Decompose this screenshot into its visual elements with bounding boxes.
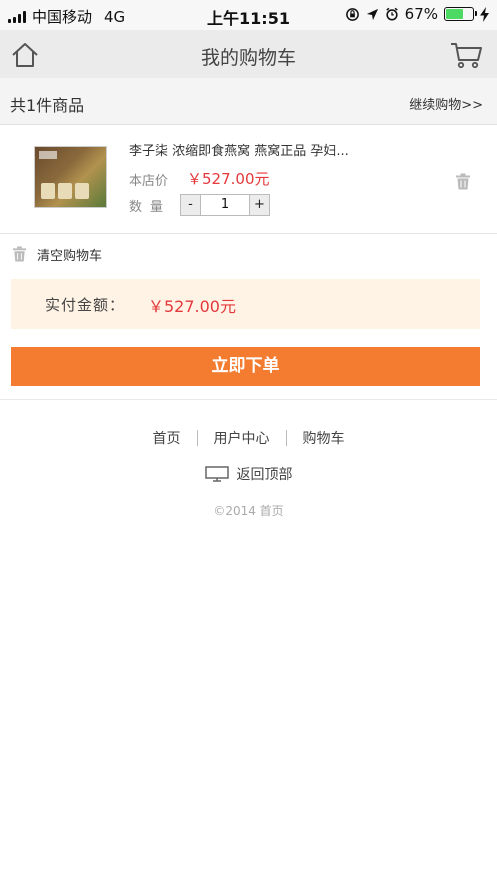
product-title[interactable]: 李子柒 浓缩即食燕窝 燕窝正品 孕妇... <box>129 140 379 159</box>
page-title: 我的购物车 <box>200 47 296 69</box>
status-right: 67% <box>345 5 489 23</box>
product-thumbnail[interactable] <box>34 146 107 208</box>
back-to-top-label[interactable]: 返回顶部 <box>237 464 293 484</box>
quantity-decrease-button[interactable]: - <box>181 195 201 215</box>
clear-cart-label[interactable]: 清空购物车 <box>37 245 102 264</box>
copyright: ©2014 首页 <box>213 504 284 518</box>
footer-link-cart[interactable]: 购物车 <box>287 428 361 448</box>
quantity-label: 数量 <box>129 200 172 215</box>
rotation-lock-icon <box>345 7 359 21</box>
location-icon <box>366 8 378 20</box>
app-header: 我的购物车 <box>0 30 497 78</box>
price-label: 本店价 <box>129 174 169 189</box>
quantity-increase-button[interactable]: + <box>249 195 269 215</box>
footer-link-home[interactable]: 首页 <box>137 428 197 448</box>
footer-nav: 首页 用户中心 购物车 <box>0 428 497 448</box>
charging-icon <box>480 6 489 22</box>
monitor-icon <box>204 466 229 482</box>
battery-percent: 67% <box>404 5 438 23</box>
quantity-input[interactable]: 1 <box>201 195 249 215</box>
item-count: 共1件商品 <box>10 96 85 115</box>
quantity-stepper: - 1 + <box>180 194 270 216</box>
trash-icon <box>12 246 27 262</box>
product-price: ￥527.00元 <box>187 170 270 188</box>
trash-icon[interactable] <box>455 173 471 190</box>
battery-fill <box>446 9 464 19</box>
status-bar: 中国移动 4G 上午11:51 67% <box>0 0 497 30</box>
footer-link-user-center[interactable]: 用户中心 <box>198 428 286 448</box>
clear-cart-row[interactable]: 清空购物车 <box>0 235 497 271</box>
cart-summary: 共1件商品 继续购物>> <box>0 78 497 125</box>
continue-shopping-link[interactable]: 继续购物>> <box>409 94 483 113</box>
back-to-top[interactable]: 返回顶部 <box>0 464 497 484</box>
divider <box>0 399 497 400</box>
cart-item: 李子柒 浓缩即食燕窝 燕窝正品 孕妇... 本店价 ￥527.00元 数量 - … <box>0 126 497 234</box>
total-amount: ￥527.00元 <box>148 297 236 316</box>
cart-icon[interactable] <box>449 41 483 69</box>
alarm-icon <box>385 7 398 21</box>
battery-icon <box>444 7 477 21</box>
total-box: 实付金额： ￥527.00元 <box>11 279 480 329</box>
total-label: 实付金额： <box>45 296 126 314</box>
place-order-button[interactable]: 立即下单 <box>11 347 480 386</box>
